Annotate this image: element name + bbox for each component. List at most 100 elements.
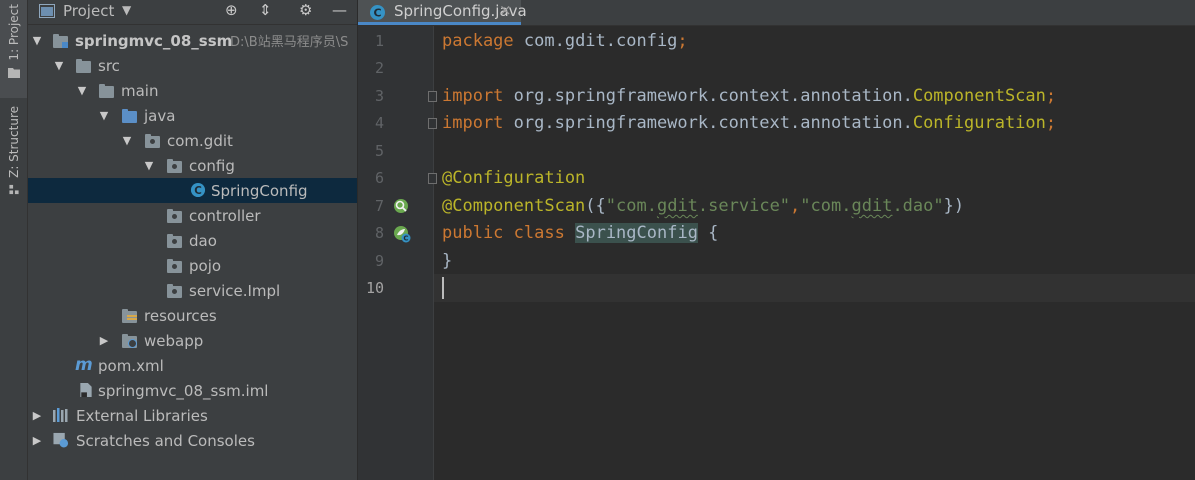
tree-item-resources[interactable]: resources — [28, 303, 357, 328]
expand-arrow-icon[interactable]: ▼ — [76, 84, 88, 97]
tree-item-springconfig[interactable]: C SpringConfig — [28, 178, 357, 203]
text-cursor — [442, 277, 444, 299]
code-line-8[interactable]: public class SpringConfig { — [442, 220, 718, 247]
project-view-title[interactable]: Project — [63, 2, 114, 20]
tree-item-pojo[interactable]: pojo — [28, 253, 357, 278]
tree-item-label: springmvc_08_ssm.iml — [98, 381, 269, 400]
editor-tab-bar: C SpringConfig.java × — [358, 0, 1195, 26]
tree-item-label: java — [144, 106, 176, 125]
tree-item-label: webapp — [144, 331, 204, 350]
project-panel: Project ▼ ⊕ ⇕ ⚙ — ▼ springmvc_08_ssm D:\… — [28, 0, 358, 480]
fold-marker-icon[interactable] — [428, 118, 437, 129]
spring-config-bean-icon[interactable]: C — [393, 225, 411, 243]
package-name-token: com.gdit.config — [513, 31, 678, 51]
minimize-icon[interactable]: — — [332, 1, 347, 19]
expand-arrow-icon[interactable]: ▼ — [53, 59, 65, 72]
semicolon-token: ; — [677, 31, 688, 51]
tree-item-dao[interactable]: dao — [28, 228, 357, 253]
close-icon[interactable]: × — [499, 1, 512, 19]
tree-item-src[interactable]: ▼ src — [28, 53, 357, 78]
expand-arrow-icon[interactable]: ▼ — [121, 134, 133, 147]
editor-tab-springconfig[interactable]: C SpringConfig.java × — [358, 0, 527, 25]
tree-item-module[interactable]: ▼ springmvc_08_ssm D:\B站黑马程序员\S — [28, 28, 357, 53]
structure-tool-tab[interactable]: Z: Structure — [0, 100, 27, 210]
annotation-token: @Configuration — [442, 168, 586, 188]
tree-item-iml[interactable]: springmvc_08_ssm.iml — [28, 378, 357, 403]
tree-item-pom[interactable]: m pom.xml — [28, 353, 357, 378]
import-package-token: org.springframework.context.annotation. — [503, 113, 913, 133]
tree-item-service-impl[interactable]: service.Impl — [28, 278, 357, 303]
tree-item-label: service.Impl — [189, 281, 281, 300]
tree-item-label: src — [98, 56, 120, 75]
brace-token: { — [697, 223, 719, 243]
line-number: 6 — [374, 169, 384, 187]
keyword-token: import — [442, 86, 504, 106]
spring-bean-scan-icon[interactable] — [393, 198, 411, 216]
line-number: 7 — [374, 197, 384, 215]
svg-text:C: C — [373, 7, 381, 20]
iml-file-icon — [80, 382, 92, 398]
tree-item-controller[interactable]: controller — [28, 203, 357, 228]
tree-item-label: Scratches and Consoles — [76, 431, 255, 450]
import-package-token: org.springframework.context.annotation. — [503, 86, 913, 106]
line-number: 3 — [374, 87, 384, 105]
locate-target-icon[interactable]: ⊕ — [225, 1, 238, 19]
libraries-icon — [53, 408, 68, 422]
folder-icon — [75, 58, 93, 74]
tree-item-main[interactable]: ▼ main — [28, 78, 357, 103]
line-number: 5 — [374, 142, 384, 160]
punctuation-token: ({ — [585, 196, 606, 216]
package-icon — [144, 133, 162, 149]
expand-arrow-icon[interactable]: ▶ — [31, 434, 43, 447]
tree-item-external-libraries[interactable]: ▶ External Libraries — [28, 403, 357, 428]
project-view-icon — [39, 4, 55, 18]
code-line-9[interactable]: } — [442, 248, 452, 275]
collapse-all-icon[interactable]: ⇕ — [259, 1, 272, 19]
tree-item-com-gdit[interactable]: ▼ com.gdit — [28, 128, 357, 153]
tree-item-label: springmvc_08_ssm — [75, 31, 233, 50]
line-number: 8 — [374, 224, 384, 242]
code-line-1[interactable]: package com.gdit.config; — [442, 28, 688, 55]
tree-item-label: dao — [189, 231, 217, 250]
tree-item-label: SpringConfig — [211, 181, 308, 200]
tree-item-label: controller — [189, 206, 261, 225]
svg-text:C: C — [403, 235, 408, 243]
expand-arrow-icon[interactable]: ▶ — [31, 409, 43, 422]
structure-icon — [8, 184, 19, 194]
java-class-icon: C — [370, 5, 385, 20]
line-number: 4 — [374, 114, 384, 132]
project-tool-tab[interactable]: 1: Project — [0, 0, 27, 98]
tree-item-java[interactable]: ▼ java — [28, 103, 357, 128]
package-icon — [166, 258, 184, 274]
keyword-token: public — [442, 223, 504, 243]
expand-arrow-icon[interactable]: ▼ — [143, 159, 155, 172]
gear-icon[interactable]: ⚙ — [299, 1, 312, 19]
annotation-token: @ComponentScan — [442, 196, 586, 216]
folder-icon — [7, 67, 20, 78]
module-path: D:\B站黑马程序员\S — [230, 35, 349, 50]
code-line-4[interactable]: import org.springframework.context.annot… — [442, 110, 1056, 137]
tree-item-webapp[interactable]: ▶ webapp — [28, 328, 357, 353]
package-icon — [166, 208, 184, 224]
package-icon — [166, 283, 184, 299]
comma-token: , — [790, 196, 801, 216]
fold-marker-icon[interactable] — [428, 91, 437, 102]
line-number: 2 — [374, 59, 384, 77]
project-tool-tab-label: 1: Project — [6, 4, 21, 61]
code-line-6[interactable]: @Configuration — [442, 165, 585, 192]
expand-arrow-icon[interactable]: ▼ — [98, 109, 110, 122]
chevron-down-icon[interactable]: ▼ — [122, 3, 131, 17]
code-line-3[interactable]: import org.springframework.context.annot… — [442, 83, 1056, 110]
tree-item-config[interactable]: ▼ config — [28, 153, 357, 178]
maven-icon: m — [75, 355, 93, 375]
java-class-icon: C — [190, 182, 206, 198]
tool-window-strip: 1: Project Z: Structure — [0, 0, 28, 480]
tree-item-scratches[interactable]: ▶ Scratches and Consoles — [28, 428, 357, 453]
import-class-token: Configuration — [912, 113, 1046, 133]
code-line-7[interactable]: @ComponentScan({"com.gdit.service","com.… — [442, 193, 964, 220]
typo-string-token: gdit — [851, 196, 893, 216]
tree-item-label: com.gdit — [167, 131, 233, 150]
fold-marker-icon[interactable] — [428, 173, 437, 184]
expand-arrow-icon[interactable]: ▼ — [31, 34, 43, 47]
expand-arrow-icon[interactable]: ▶ — [98, 334, 110, 347]
